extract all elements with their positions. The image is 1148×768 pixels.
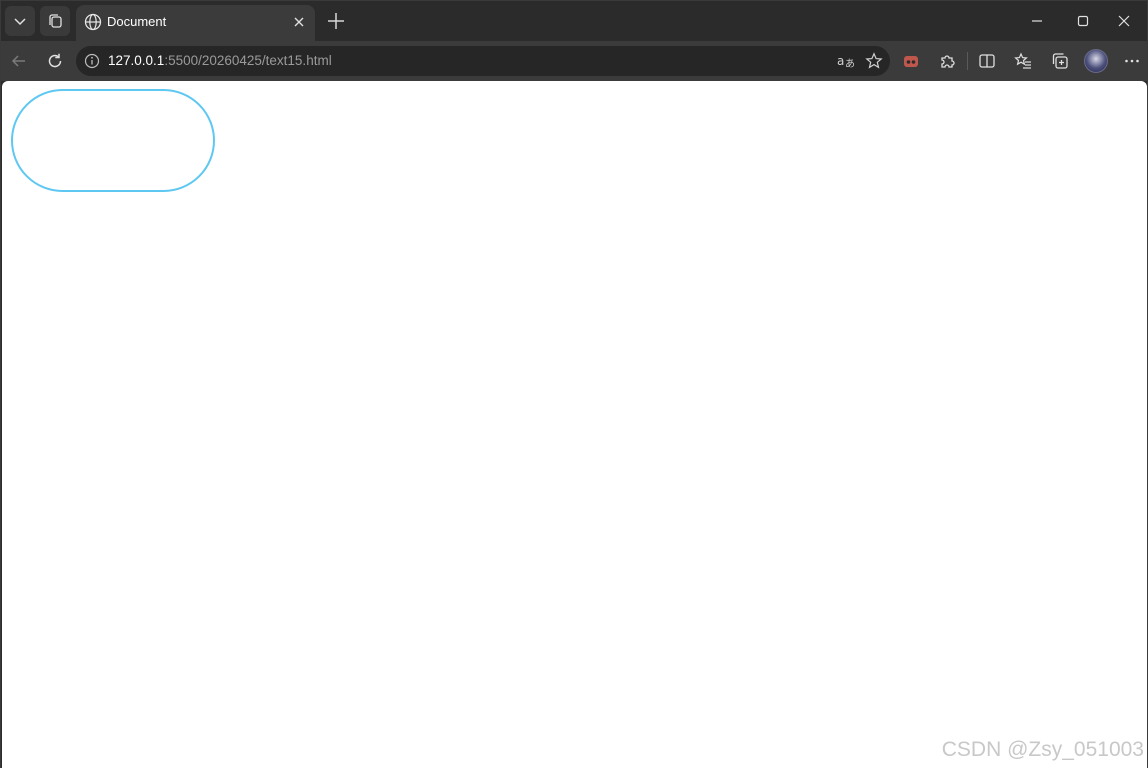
tab-title: Document (107, 14, 167, 29)
workspaces-button[interactable] (40, 6, 70, 36)
maximize-button[interactable] (1060, 6, 1106, 36)
watermark-text: CSDN @Zsy_051003 (941, 738, 1144, 761)
browser-window: Document 127.0.0.1:5500/20260425/text15.… (0, 0, 1148, 768)
extension-button[interactable] (899, 49, 923, 73)
info-icon[interactable] (84, 53, 100, 69)
address-bar[interactable]: 127.0.0.1:5500/20260425/text15.html aあ (76, 46, 890, 76)
more-button[interactable] (1120, 49, 1144, 73)
toolbar: 127.0.0.1:5500/20260425/text15.html aあ (1, 41, 1147, 81)
translate-icon[interactable]: aあ (837, 52, 857, 70)
minimize-button[interactable] (1014, 6, 1060, 36)
svg-text:あ: あ (845, 58, 855, 70)
extensions-button[interactable] (935, 49, 959, 73)
url-host: 127.0.0.1 (108, 53, 165, 68)
collections-button[interactable] (1048, 49, 1072, 73)
svg-text:a: a (837, 54, 844, 68)
url-path: :5500/20260425/text15.html (164, 53, 332, 68)
split-screen-icon (979, 54, 995, 68)
avatar[interactable] (1084, 49, 1108, 73)
minimize-icon (1032, 20, 1042, 22)
more-icon (1125, 59, 1139, 63)
star-icon[interactable] (865, 52, 883, 70)
favorites-button[interactable] (1011, 49, 1035, 73)
url-text[interactable]: 127.0.0.1:5500/20260425/text15.html (108, 53, 332, 68)
collections-icon (1052, 53, 1068, 69)
tab-document[interactable]: Document (76, 5, 315, 41)
split-screen-button[interactable] (975, 49, 999, 73)
tab-strip: Document (1, 1, 1147, 41)
favorites-list-icon (1014, 52, 1031, 69)
tab-list-button[interactable] (5, 6, 35, 36)
extension-icon (904, 56, 918, 67)
maximize-icon (1077, 15, 1089, 27)
page-viewport: CSDN @Zsy_051003 (2, 81, 1147, 768)
close-window-button[interactable] (1101, 6, 1147, 36)
refresh-icon (48, 53, 62, 68)
plus-icon[interactable] (325, 10, 347, 32)
back-button[interactable] (7, 49, 31, 73)
rounded-pill-box (11, 89, 215, 192)
chevron-down-icon (14, 18, 26, 26)
close-icon[interactable] (291, 14, 307, 30)
back-arrow-icon (11, 55, 25, 67)
workspaces-icon (49, 14, 62, 28)
refresh-button[interactable] (43, 49, 67, 73)
toolbar-separator (967, 52, 968, 70)
globe-icon (84, 13, 102, 31)
puzzle-icon (941, 55, 955, 68)
close-icon (1118, 15, 1130, 27)
